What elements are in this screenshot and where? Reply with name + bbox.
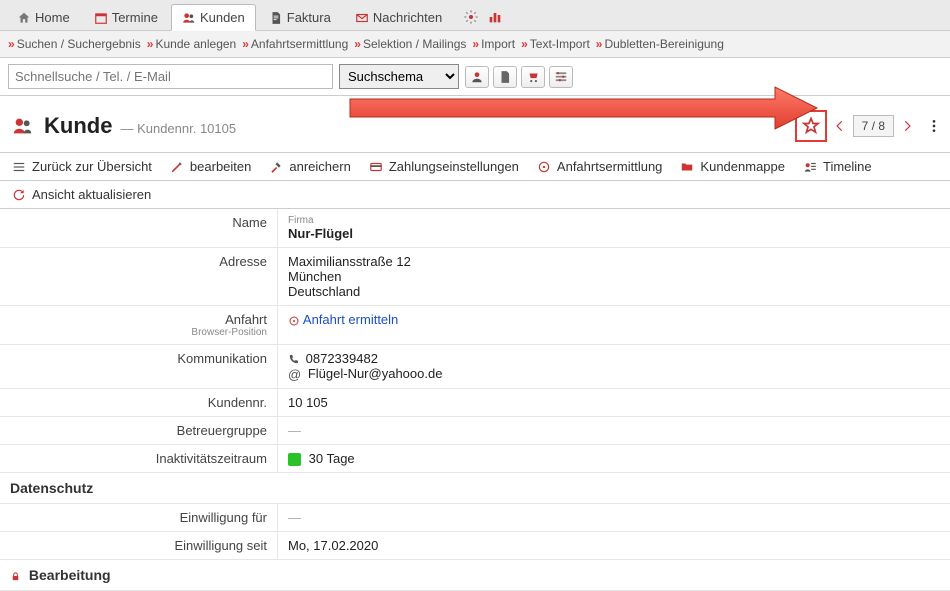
gear-icon[interactable] — [463, 9, 479, 25]
section-datenschutz: Datenschutz — [0, 473, 950, 504]
tab-label: Termine — [112, 10, 158, 25]
row-einwilligung-fuer: Einwilligung für — — [0, 504, 950, 532]
subnav-text-import[interactable]: »Text-Import — [521, 37, 590, 51]
chart-icon[interactable] — [487, 9, 503, 25]
document-icon — [269, 11, 283, 25]
phone-line: 0872339482 — [288, 351, 940, 366]
home-icon — [17, 11, 31, 25]
lock-icon — [10, 571, 21, 582]
row-kundennr: Kundennr. 10 105 — [0, 389, 950, 417]
target-icon — [537, 160, 551, 174]
tab-label: Faktura — [287, 10, 331, 25]
btn-person[interactable] — [465, 66, 489, 88]
header-row: Kunde — Kundennr. 10105 7 / 8 — [0, 96, 950, 152]
row-kommunikation: Kommunikation 0872339482 @ Flügel-Nur@ya… — [0, 345, 950, 389]
at-icon: @ — [288, 367, 301, 382]
tab-kunden[interactable]: Kunden — [171, 4, 256, 31]
address-street: Maximiliansstraße 12 — [288, 254, 940, 269]
tab-faktura[interactable]: Faktura — [258, 4, 342, 30]
row-inaktiv: Inaktivitätszeitraum 30 Tage — [0, 445, 950, 473]
value-inaktiv: 30 Tage — [309, 451, 355, 466]
value-einwilligung-seit: Mo, 17.02.2020 — [278, 532, 950, 559]
subnav-selektion[interactable]: »Selektion / Mailings — [354, 37, 466, 51]
top-tabs: Home Termine Kunden Faktura Nachrichten — [0, 0, 950, 31]
mail-icon — [355, 11, 369, 25]
btn-cart[interactable] — [521, 66, 545, 88]
subnav-suchen[interactable]: »Suchen / Suchergebnis — [8, 37, 141, 51]
tab-label: Kunden — [200, 10, 245, 25]
people-icon — [12, 115, 34, 137]
value-einwilligung-fuer: — — [278, 504, 950, 531]
tab-home[interactable]: Home — [6, 4, 81, 30]
tool-timeline[interactable]: Timeline — [803, 159, 872, 174]
tools-icon — [269, 160, 283, 174]
row-adresse: Adresse Maximiliansstraße 12 München Deu… — [0, 248, 950, 306]
email-line: @ Flügel-Nur@yahooo.de — [288, 366, 940, 382]
search-bar: Suchschema — [0, 58, 950, 96]
subnav-kunde-anlegen[interactable]: »Kunde anlegen — [147, 37, 236, 51]
tool-folder[interactable]: Kundenmappe — [680, 159, 785, 174]
btn-doc[interactable] — [493, 66, 517, 88]
sub-nav: »Suchen / Suchergebnis »Kunde anlegen »A… — [0, 31, 950, 58]
value-betreuergruppe: — — [278, 417, 950, 444]
subnav-dubletten[interactable]: »Dubletten-Bereinigung — [596, 37, 724, 51]
row-einwilligung-seit: Einwilligung seit Mo, 17.02.2020 — [0, 532, 950, 560]
tool-back[interactable]: Zurück zur Übersicht — [12, 159, 152, 174]
phone-icon — [288, 354, 299, 365]
tab-termine[interactable]: Termine — [83, 4, 169, 30]
tool-enrich[interactable]: anreichern — [269, 159, 350, 174]
firma-label: Firma — [288, 215, 940, 226]
quick-search-input[interactable] — [8, 64, 333, 89]
tool-payment[interactable]: Zahlungseinstellungen — [369, 159, 519, 174]
card-icon — [369, 160, 383, 174]
next-page-button[interactable] — [900, 119, 914, 133]
page-subtitle: — Kundennr. 10105 — [120, 121, 236, 136]
toolbar-row2: Ansicht aktualisieren — [0, 181, 950, 209]
folder-icon — [680, 160, 694, 174]
more-menu-button[interactable] — [926, 118, 942, 134]
section-bearbeitung: Bearbeitung — [0, 560, 950, 591]
tab-label: Nachrichten — [373, 10, 442, 25]
address-city: München — [288, 269, 940, 284]
row-betreuergruppe: Betreuergruppe — — [0, 417, 950, 445]
row-anfahrt: Anfahrt Browser-Position Anfahrt ermitte… — [0, 306, 950, 345]
list-icon — [12, 160, 26, 174]
page-title: Kunde — [44, 113, 112, 139]
value-kundennr: 10 105 — [278, 389, 950, 416]
anfahrt-link[interactable]: Anfahrt ermitteln — [303, 312, 398, 327]
tool-route[interactable]: Anfahrtsermittlung — [537, 159, 663, 174]
toolbar: Zurück zur Übersicht bearbeiten anreiche… — [0, 152, 950, 181]
status-green-icon — [288, 453, 301, 466]
address-country: Deutschland — [288, 284, 940, 299]
target-icon — [288, 315, 300, 327]
calendar-icon — [94, 11, 108, 25]
firma-name: Nur-Flügel — [288, 226, 940, 241]
tool-refresh[interactable]: Ansicht aktualisieren — [12, 187, 151, 202]
subnav-anfahrt[interactable]: »Anfahrtsermittlung — [242, 37, 348, 51]
prev-page-button[interactable] — [833, 119, 847, 133]
tab-nachrichten[interactable]: Nachrichten — [344, 4, 453, 30]
pencil-icon — [170, 160, 184, 174]
search-schema-select[interactable]: Suchschema — [339, 64, 459, 89]
tool-edit[interactable]: bearbeiten — [170, 159, 251, 174]
row-name: Name Firma Nur-Flügel — [0, 209, 950, 248]
star-icon — [801, 116, 821, 136]
people-icon — [182, 11, 196, 25]
pager-display: 7 / 8 — [853, 115, 894, 137]
tab-label: Home — [35, 10, 70, 25]
favorite-button[interactable] — [795, 110, 827, 142]
tab-extra — [455, 4, 511, 30]
refresh-icon — [12, 188, 26, 202]
subnav-import[interactable]: »Import — [472, 37, 515, 51]
btn-pref[interactable] — [549, 66, 573, 88]
timeline-icon — [803, 160, 817, 174]
